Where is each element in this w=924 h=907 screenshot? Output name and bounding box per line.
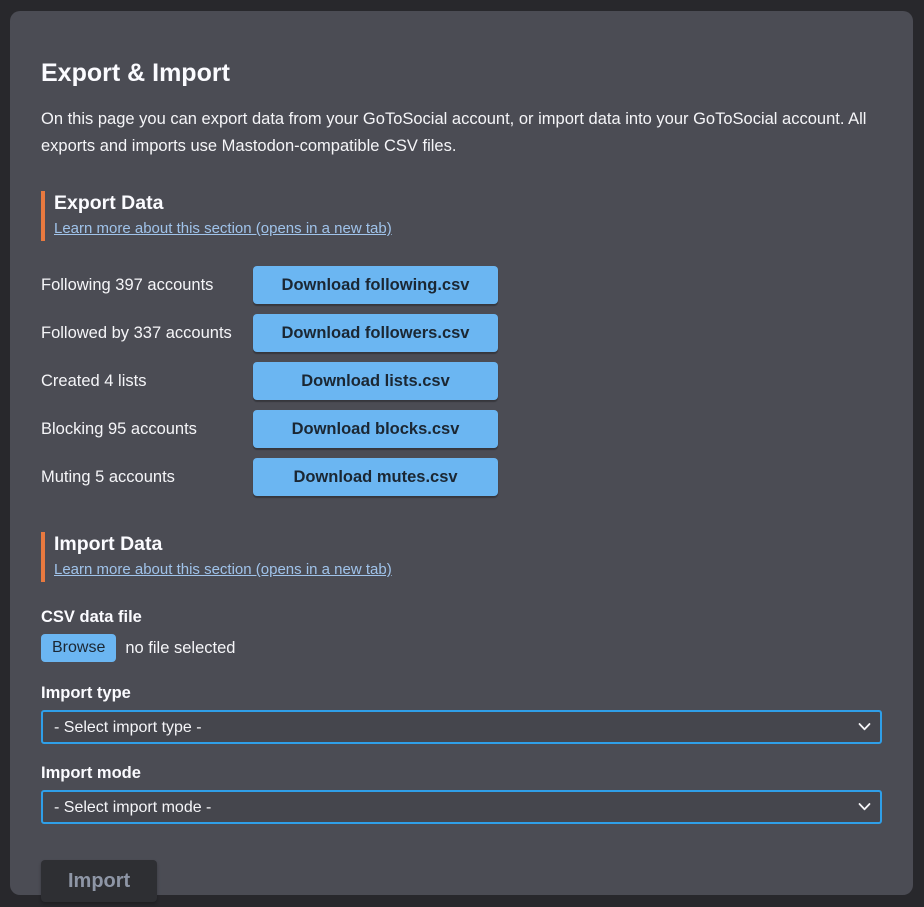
export-row-label: Muting 5 accounts	[41, 468, 253, 487]
import-section-header: Import Data Learn more about this sectio…	[41, 532, 882, 582]
import-mode-select-wrap: - Select import mode -	[41, 790, 882, 824]
export-row-blocks: Blocking 95 accounts Download blocks.csv	[41, 410, 882, 448]
export-learn-more-link[interactable]: Learn more about this section (opens in …	[54, 220, 392, 237]
import-submit-button[interactable]: Import	[41, 860, 157, 902]
export-section-heading: Export Data	[54, 192, 882, 215]
export-row-label: Blocking 95 accounts	[41, 420, 253, 439]
export-import-panel: Export & Import On this page you can exp…	[10, 11, 913, 895]
download-following-button[interactable]: Download following.csv	[253, 266, 498, 304]
export-row-label: Created 4 lists	[41, 372, 253, 391]
export-row-label: Following 397 accounts	[41, 276, 253, 295]
import-mode-label: Import mode	[41, 764, 882, 783]
export-row-followers: Followed by 337 accounts Download follow…	[41, 314, 882, 352]
download-lists-button[interactable]: Download lists.csv	[253, 362, 498, 400]
import-learn-more-link[interactable]: Learn more about this section (opens in …	[54, 561, 392, 578]
browse-button[interactable]: Browse	[41, 634, 116, 662]
download-mutes-button[interactable]: Download mutes.csv	[253, 458, 498, 496]
csv-file-label: CSV data file	[41, 608, 882, 627]
export-rows: Following 397 accounts Download followin…	[41, 266, 882, 496]
export-row-lists: Created 4 lists Download lists.csv	[41, 362, 882, 400]
export-row-mutes: Muting 5 accounts Download mutes.csv	[41, 458, 882, 496]
csv-file-input: Browse no file selected	[41, 634, 882, 662]
export-row-following: Following 397 accounts Download followin…	[41, 266, 882, 304]
import-mode-select[interactable]: - Select import mode -	[41, 790, 882, 824]
export-section-header: Export Data Learn more about this sectio…	[41, 191, 882, 241]
import-type-select-wrap: - Select import type -	[41, 710, 882, 744]
download-followers-button[interactable]: Download followers.csv	[253, 314, 498, 352]
import-type-label: Import type	[41, 684, 882, 703]
download-blocks-button[interactable]: Download blocks.csv	[253, 410, 498, 448]
file-status-text: no file selected	[125, 639, 235, 658]
import-type-select[interactable]: - Select import type -	[41, 710, 882, 744]
page-title: Export & Import	[41, 59, 882, 88]
export-row-label: Followed by 337 accounts	[41, 324, 253, 343]
import-section-heading: Import Data	[54, 533, 882, 556]
import-form: CSV data file Browse no file selected Im…	[41, 608, 882, 902]
page-description: On this page you can export data from yo…	[41, 106, 882, 160]
